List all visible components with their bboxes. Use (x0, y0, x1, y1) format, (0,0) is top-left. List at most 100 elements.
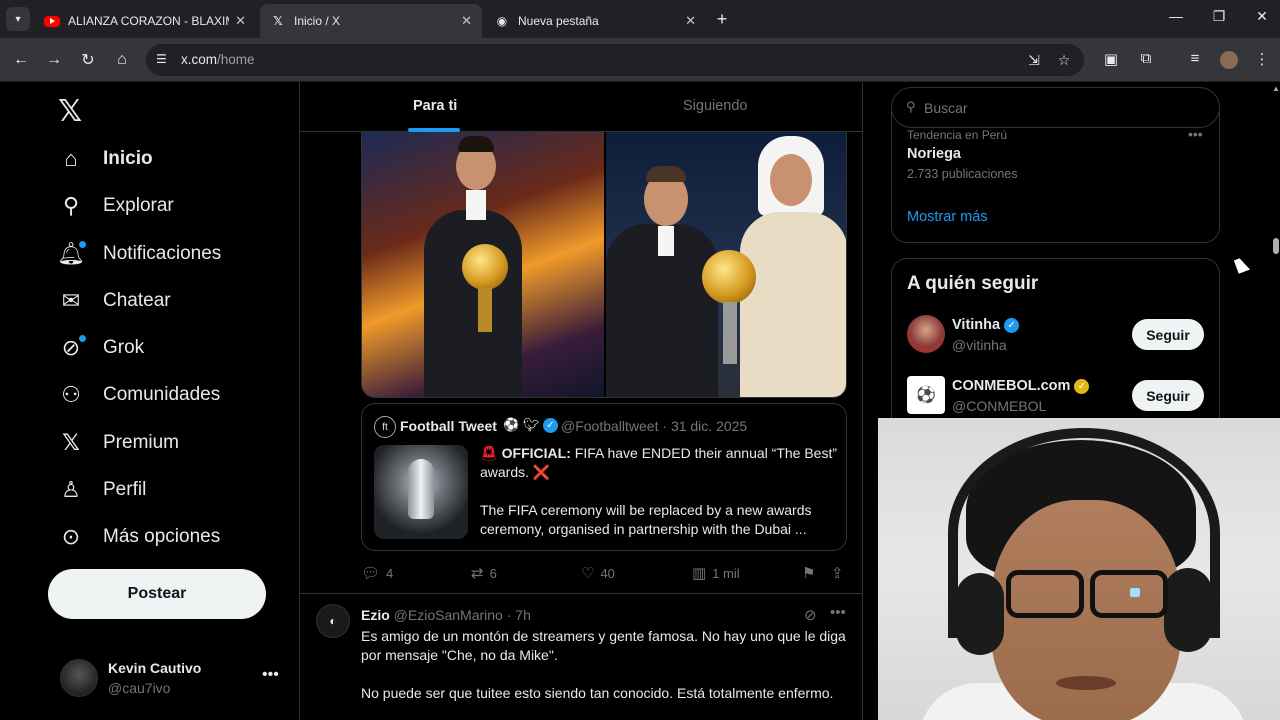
avatar[interactable]: ◐ (316, 604, 350, 638)
mail-icon: ✉ (61, 288, 81, 313)
nav-label: Inicio (103, 148, 153, 169)
post-button[interactable]: Postear (48, 569, 266, 619)
show-more-link[interactable]: Mostrar más (907, 209, 988, 225)
bookmark-button[interactable]: ⚑ (802, 564, 821, 582)
nav-item-inicio[interactable]: ⌂ Inicio (58, 139, 153, 179)
search-icon: ⚲ (62, 193, 80, 218)
minimize-icon[interactable]: — (1166, 8, 1186, 24)
scroll-up-icon[interactable]: ▲ (1272, 84, 1280, 93)
quoted-post[interactable]: ft Football Tweet ⚽ 🐦︎ ✓ @Footballtweet … (361, 403, 847, 551)
trend-post-count: 2.733 publicaciones (907, 167, 1018, 181)
address-bar[interactable]: ☰ x.com/home ⇲ ☆ (146, 44, 1084, 76)
follow-button[interactable]: Seguir (1132, 380, 1204, 411)
media-control-icon[interactable]: ≡ (1185, 50, 1205, 67)
home-icon: ⌂ (64, 146, 78, 171)
post-author-name[interactable]: Ezio (361, 607, 390, 623)
nav-label: Premium (103, 432, 180, 453)
timeline-tabs: Para ti Siguiendo (300, 82, 862, 132)
close-tab-icon[interactable]: ✕ (461, 13, 472, 29)
tab-para-ti[interactable]: Para ti (413, 98, 457, 114)
like-button[interactable]: ♡ 40 (581, 564, 615, 582)
quote-thumbnail (374, 445, 468, 539)
youtube-icon (44, 15, 60, 27)
new-tab-button[interactable]: + (712, 9, 732, 30)
views-button[interactable]: ▥ 1 mil (692, 564, 740, 582)
install-app-icon[interactable]: ⇲ (1025, 52, 1043, 69)
trophy (702, 250, 756, 304)
nav-item-chatear[interactable]: ✉ Chatear (58, 281, 171, 321)
profile-avatar[interactable] (1220, 51, 1238, 69)
suggestion-handle: @vitinha (952, 337, 1007, 353)
scrollbar-thumb[interactable] (1273, 238, 1279, 254)
follow-button[interactable]: Seguir (1132, 319, 1204, 350)
bell-icon: 🔔︎ (57, 241, 86, 266)
avatar: ft (374, 416, 396, 438)
soccer-ball-icon: ⚽ (503, 417, 520, 432)
tab-title: Inicio / X (294, 14, 341, 28)
menu-kebab-icon[interactable]: ⋮ (1252, 50, 1272, 68)
search-input[interactable]: ⚲ Buscar (891, 87, 1220, 128)
account-switcher[interactable]: Kevin Cautivo @cau7ivo ••• (58, 654, 288, 704)
close-window-icon[interactable]: ✕ (1252, 8, 1272, 25)
trend-item-noriega[interactable]: Noriega (907, 146, 961, 162)
account-handle: @cau7ivo (108, 680, 171, 696)
trophy (462, 244, 508, 290)
repost-button[interactable]: ⇄ 6 (471, 564, 497, 582)
more-horizontal-icon[interactable]: ••• (1188, 126, 1203, 142)
home-icon[interactable]: ⌂ (110, 48, 134, 72)
search-icon: ⚲ (906, 99, 916, 114)
url-text: x.com/home (181, 52, 255, 67)
heart-icon: ♡ (581, 565, 595, 582)
extensions-icon[interactable]: ⧉ (1136, 50, 1156, 67)
bookmark-icon: ⚑ (802, 565, 816, 582)
nav-item-grok[interactable]: ⊘ Grok (58, 328, 144, 368)
nav-item-explorar[interactable]: ⚲ Explorar (58, 186, 174, 226)
nav-label: Comunidades (103, 384, 221, 405)
tab-x-home[interactable]: 𝕏 Inicio / X ✕ (260, 4, 482, 38)
post-action-bar: 💬︎ 4 ⇄ 6 ♡ 40 ▥ 1 mil ⚑ ⇪ (361, 564, 847, 584)
unread-dot (79, 241, 86, 248)
back-icon[interactable]: ← (9, 48, 33, 72)
browser-toolbar: ← → ↻ ⌂ ☰ x.com/home ⇲ ☆ ▣ ⧉ ≡ ⋮ (0, 38, 1280, 82)
x-logo-icon[interactable]: 𝕏 (58, 94, 82, 129)
nav-item-mas-opciones[interactable]: ⊙ Más opciones (58, 517, 220, 557)
reload-icon[interactable]: ↻ (76, 48, 100, 72)
tab-new-tab[interactable]: ◉ Nueva pestaña ✕ (484, 4, 706, 38)
close-tab-icon[interactable]: ✕ (685, 13, 696, 29)
nav-item-perfil[interactable]: ♙ Perfil (58, 470, 146, 510)
suggestion-name: CONMEBOL.com ✓ (952, 378, 1090, 394)
avatar (907, 315, 945, 353)
account-name: Kevin Cautivo (108, 660, 202, 676)
post-media-image[interactable] (361, 132, 847, 398)
follow-suggestion[interactable]: ⚽ CONMEBOL.com ✓ @CONMEBOL Seguir (907, 376, 1207, 416)
trophy (408, 459, 434, 519)
tab-siguiendo[interactable]: Siguiendo (683, 98, 748, 114)
forward-icon[interactable]: → (42, 48, 66, 72)
tab-youtube[interactable]: ALIANZA CORAZON - BLAXIME ✕ (34, 4, 256, 38)
timeline: Para ti Siguiendo ft Football Tweet ⚽ 🐦︎… (299, 82, 863, 720)
post-author-handle: @EzioSanMarino · 7h (393, 607, 531, 623)
tab-title: ALIANZA CORAZON - BLAXIME (68, 14, 230, 28)
close-tab-icon[interactable]: ✕ (235, 13, 246, 29)
who-to-follow-card: A quién seguir Vitinha ✓ @vitinha Seguir… (891, 258, 1220, 428)
photo-right (606, 132, 846, 397)
search-placeholder: Buscar (924, 100, 968, 116)
screen-share-icon[interactable]: ▣ (1101, 50, 1121, 68)
bookmark-star-icon[interactable]: ☆ (1055, 52, 1073, 69)
site-info-icon[interactable]: ☰ (156, 52, 172, 68)
more-horizontal-icon[interactable]: ••• (262, 666, 279, 684)
grok-icon: ⊘ (58, 335, 86, 361)
nav-item-notificaciones[interactable]: 🔔︎ Notificaciones (57, 234, 221, 274)
grok-icon[interactable]: ⊘ (804, 606, 817, 624)
nav-item-comunidades[interactable]: ⚇ Comunidades (58, 375, 220, 415)
nav-item-premium[interactable]: 𝕏 Premium (58, 423, 179, 463)
restore-icon[interactable]: ❐ (1209, 8, 1229, 25)
active-tab-indicator (408, 128, 460, 132)
share-button[interactable]: ⇪ (831, 564, 850, 582)
post-divider (300, 593, 862, 594)
more-horizontal-icon[interactable]: ••• (830, 604, 846, 621)
reply-button[interactable]: 💬︎ 4 (361, 564, 393, 582)
author-badges: ⚽ 🐦︎ ✓ (503, 417, 558, 434)
tab-search-button[interactable]: ▾ (6, 7, 30, 31)
follow-suggestion[interactable]: Vitinha ✓ @vitinha Seguir (907, 315, 1207, 355)
